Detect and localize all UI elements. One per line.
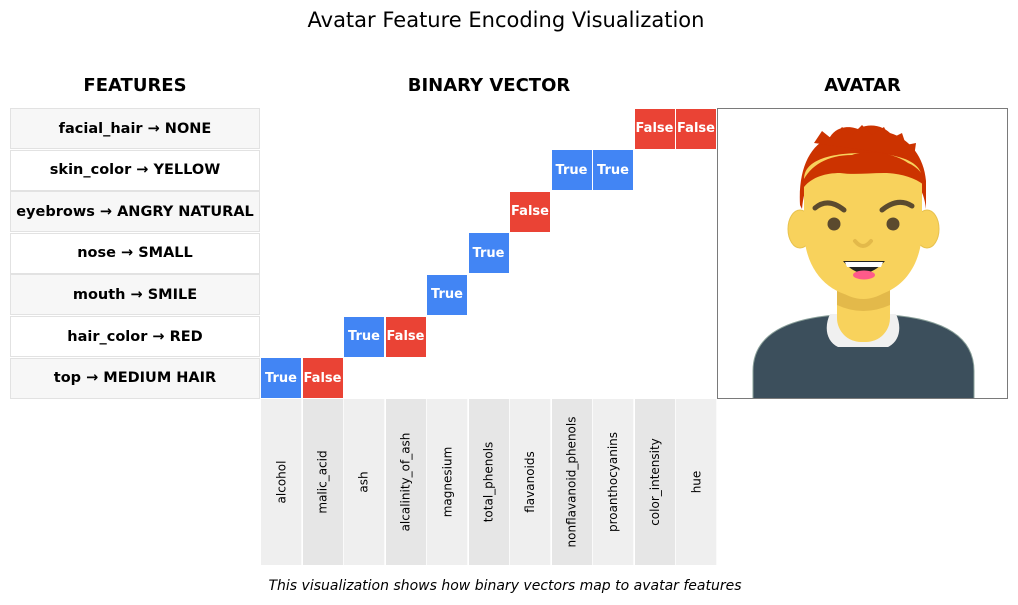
column-label-cell: nonflavanoid_phenols [551,399,593,565]
column-label-cell: malic_acid [302,399,344,565]
feature-row: hair_color → RED [10,316,260,357]
feature-row: mouth → SMILE [10,274,260,316]
true-cell: True [593,150,633,191]
avatar-panel [717,108,1008,399]
column-label-cell: alcalinity_of_ash [385,399,427,565]
column-label: nonflavanoid_phenols [564,416,579,548]
binary-vector-heading: BINARY VECTOR [407,75,571,96]
column-label: alcalinity_of_ash [398,432,413,532]
column-label-cell: proanthocyanins [593,399,634,565]
true-cell: True [468,233,509,274]
avatar-eye-right [886,217,900,231]
features-heading: FEATURES [83,75,187,96]
column-label: malic_acid [315,450,330,514]
column-label-cell: ash [344,399,385,565]
true-cell: True [261,358,301,399]
column-label: flavanoids [523,451,537,513]
false-cell: False [385,316,426,357]
false-cell: False [634,108,675,149]
column-label: ash [357,471,371,493]
avatar-image [752,125,975,398]
column-label: hue [689,470,703,494]
feature-row: skin_color → YELLOW [10,149,260,191]
column-label-cell: hue [676,399,717,565]
true-cell: True [344,316,384,357]
column-label: proanthocyanins [606,431,620,533]
column-label-cell: magnesium [427,399,468,565]
avatar-eye-left [827,217,841,231]
avatar-heading: AVATAR [824,75,901,96]
column-label-cell: alcohol [261,399,302,565]
column-label: magnesium [440,446,454,518]
column-label: total_phenols [481,441,496,523]
false-cell: False [302,358,343,399]
column-label-cell: total_phenols [468,399,510,565]
column-label: color_intensity [647,438,662,526]
caption: This visualization shows how binary vect… [268,578,742,594]
feature-row: facial_hair → NONE [10,108,260,149]
feature-row: nose → SMALL [10,232,260,274]
feature-row: eyebrows → ANGRY NATURAL [10,191,260,233]
page-title: Avatar Feature Encoding Visualization [307,8,705,32]
feature-row: top → MEDIUM HAIR [10,357,260,399]
column-label-cell: color_intensity [634,399,676,565]
false-cell: False [510,191,550,232]
column-label: alcohol [274,460,289,504]
true-cell: True [551,150,592,191]
false-cell: False [676,108,716,149]
true-cell: True [427,274,467,315]
column-label-cell: flavanoids [510,399,551,565]
